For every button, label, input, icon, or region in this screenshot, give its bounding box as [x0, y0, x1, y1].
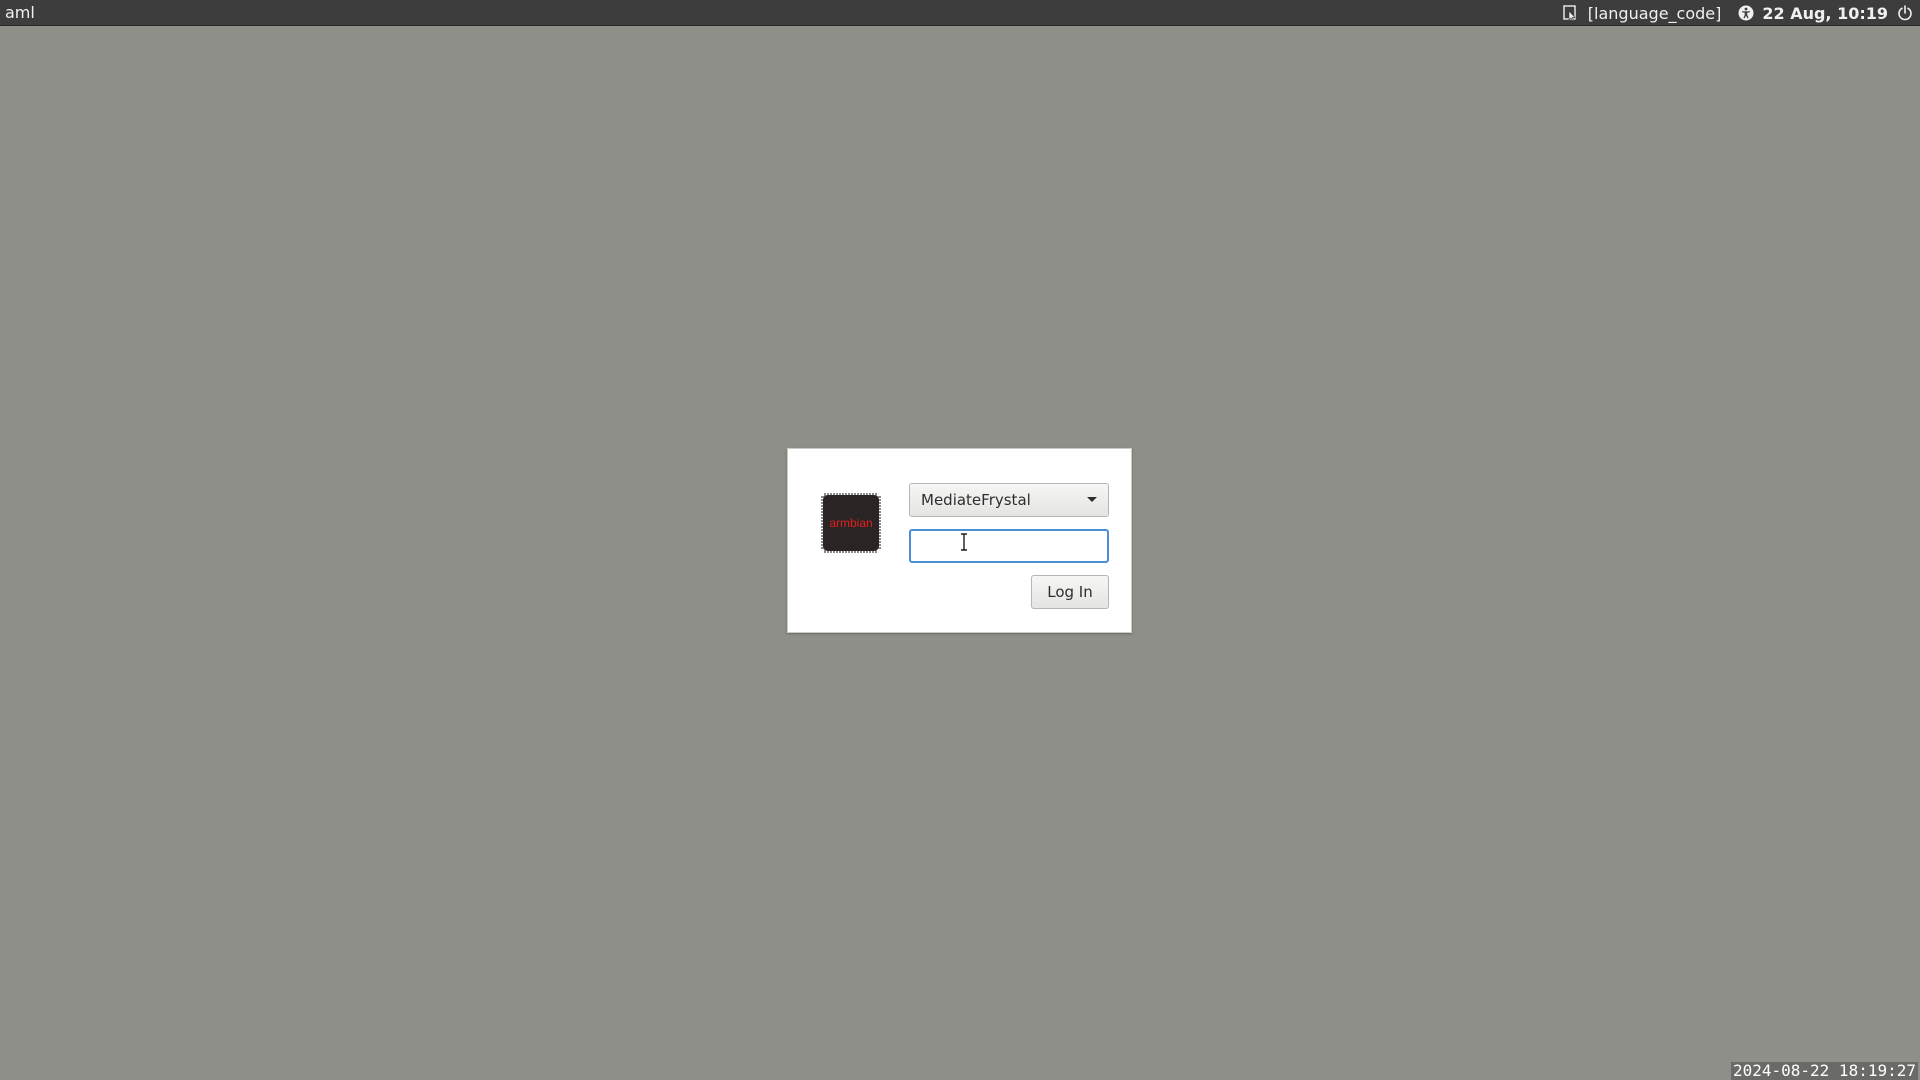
- chevron-down-icon: [1087, 497, 1097, 502]
- power-icon[interactable]: [1896, 0, 1914, 26]
- armbian-chip-logo: armbian: [821, 493, 881, 553]
- top-panel: aml [language_code] 22 Aug, 10:19: [0, 0, 1920, 26]
- text-cursor-icon: [961, 533, 967, 551]
- armbian-logo-text: armbian: [829, 516, 872, 530]
- language-indicator[interactable]: [language_code]: [1588, 4, 1722, 23]
- password-input[interactable]: [909, 529, 1109, 563]
- user-avatar: armbian: [819, 491, 883, 555]
- hostname-label: aml: [5, 3, 35, 22]
- clock-indicator[interactable]: 22 Aug, 10:19: [1762, 4, 1888, 23]
- login-button[interactable]: Log In: [1031, 575, 1109, 609]
- keyboard-layout-icon[interactable]: [1562, 0, 1578, 26]
- panel-indicators: [language_code] 22 Aug, 10:19: [1562, 0, 1914, 26]
- login-dialog: armbian MediateFrystal Log In: [787, 448, 1132, 633]
- user-select-dropdown[interactable]: MediateFrystal: [909, 483, 1109, 517]
- selected-user-label: MediateFrystal: [921, 491, 1031, 509]
- accessibility-icon[interactable]: [1737, 0, 1755, 26]
- timestamp-watermark: 2024-08-22 18:19:27: [1730, 1061, 1918, 1080]
